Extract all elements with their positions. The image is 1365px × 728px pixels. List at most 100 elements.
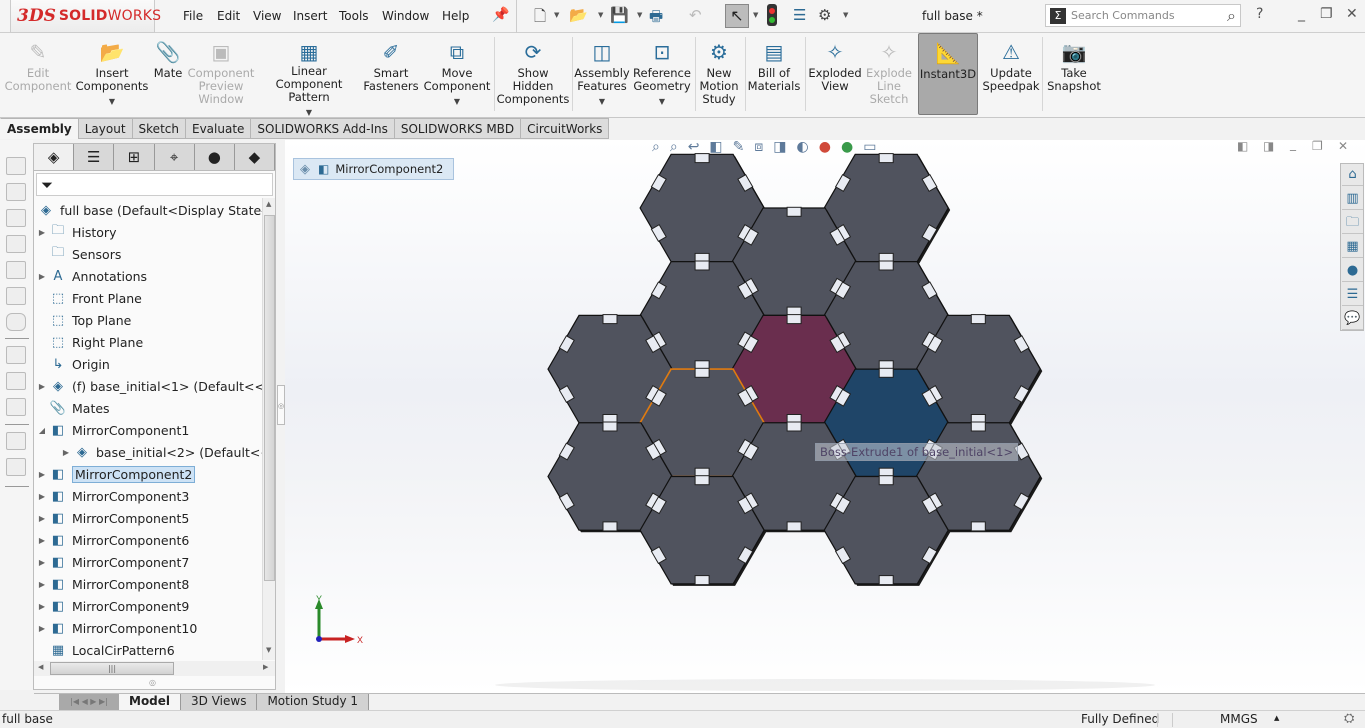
tree-item[interactable]: ▶ ◧ MirrorComponent5 bbox=[36, 508, 189, 528]
minimize-button[interactable]: _ bbox=[1298, 6, 1305, 22]
units-selector[interactable]: MMGS bbox=[1220, 712, 1258, 726]
instant3d-button[interactable]: 📐 Instant3D bbox=[918, 33, 978, 115]
view-selector-icon[interactable] bbox=[6, 398, 26, 416]
new-motion-study-button[interactable]: ⚙ New Motion Study bbox=[698, 33, 740, 115]
section-view-icon[interactable]: ◧ bbox=[709, 140, 722, 161]
tree-item[interactable]: ▶ ◧ MirrorComponent7 bbox=[36, 552, 189, 572]
take-snapshot-button[interactable]: 📷 Take Snapshot bbox=[1046, 33, 1102, 115]
tree-item[interactable]: ▶ A Annotations bbox=[36, 266, 147, 286]
file-explorer-icon[interactable]: 🗀 bbox=[1342, 212, 1363, 234]
expand-toggle-icon[interactable]: ▶ bbox=[36, 470, 48, 479]
cam-icon[interactable]: ◆ bbox=[234, 144, 276, 170]
back-view-icon[interactable] bbox=[6, 183, 26, 201]
chevron-down-icon[interactable]: ▼ bbox=[637, 11, 642, 19]
tree-horizontal-scrollbar[interactable]: ◀ ||| ▶ bbox=[34, 661, 275, 676]
expand-toggle-icon[interactable]: ▶ bbox=[60, 448, 72, 457]
tree-item[interactable]: ▶ ◧ MirrorComponent6 bbox=[36, 530, 189, 550]
tab-assembly[interactable]: Assembly bbox=[0, 118, 79, 139]
property-manager-icon[interactable]: ☰ bbox=[74, 144, 115, 170]
top-view-icon[interactable] bbox=[6, 261, 26, 279]
solidworks-logo[interactable]: 3DS SOLIDWORKS bbox=[10, 0, 161, 33]
zoom-to-area-icon[interactable]: ⌕ bbox=[670, 140, 678, 161]
display-style-icon[interactable]: ◨ bbox=[773, 140, 786, 161]
tree-item[interactable]: ↳ Origin bbox=[36, 354, 110, 374]
apply-scene-icon[interactable]: ● bbox=[841, 140, 853, 161]
assembly-features-button[interactable]: ◫ Assembly Features ▼ bbox=[574, 33, 629, 115]
assembly-model[interactable] bbox=[285, 140, 1365, 693]
tree-item[interactable]: ⬚ Front Plane bbox=[36, 288, 142, 308]
chevron-down-icon[interactable]: ▼ bbox=[109, 95, 115, 108]
chevron-down-icon[interactable]: ▼ bbox=[454, 95, 460, 108]
bottom-view-icon[interactable] bbox=[6, 287, 26, 305]
file-properties-icon[interactable]: ☰ bbox=[793, 6, 806, 24]
bill-of-materials-button[interactable]: ▤ Bill of Materials bbox=[748, 33, 801, 115]
right-view-icon[interactable] bbox=[6, 235, 26, 253]
view-orientation-icon[interactable]: ⧈ bbox=[754, 140, 763, 161]
chevron-down-icon[interactable]: ▼ bbox=[599, 95, 605, 108]
view-palette-icon[interactable]: ▦ bbox=[1342, 236, 1363, 258]
feature-tree-icon[interactable]: ◈ bbox=[34, 144, 75, 170]
panel-resize-grip[interactable]: ◎ bbox=[149, 678, 156, 687]
tab-model[interactable]: Model bbox=[119, 694, 182, 710]
viewport-restore-button[interactable]: ❐ bbox=[1312, 140, 1323, 153]
chevron-down-icon[interactable]: ▼ bbox=[753, 11, 758, 19]
print-icon[interactable]: 🖶 bbox=[649, 6, 663, 31]
expand-toggle-icon[interactable]: ▶ bbox=[36, 272, 48, 281]
chevron-down-icon[interactable]: ▼ bbox=[598, 11, 603, 19]
tree-vertical-scrollbar[interactable]: ▲ ▼ bbox=[262, 198, 275, 660]
isometric-view-icon[interactable] bbox=[6, 313, 26, 331]
chevron-down-icon[interactable]: ▼ bbox=[843, 11, 848, 19]
breadcrumb-item[interactable]: MirrorComponent2 bbox=[335, 162, 443, 176]
tree-item[interactable]: ▶ 🗀 History bbox=[36, 222, 117, 242]
reference-geometry-button[interactable]: ⊡ Reference Geometry ▼ bbox=[632, 33, 692, 115]
edit-appearance-icon[interactable]: ● bbox=[819, 140, 831, 161]
insert-components-button[interactable]: 📂 Insert Components ▼ bbox=[76, 33, 149, 115]
tab-solidworks-mbd[interactable]: SOLIDWORKS MBD bbox=[394, 118, 522, 139]
save-icon[interactable]: 💾 bbox=[610, 6, 629, 24]
tab-solidworks-add-ins[interactable]: SOLIDWORKS Add-Ins bbox=[251, 118, 395, 139]
scrollbar-thumb[interactable] bbox=[264, 215, 275, 581]
tree-item[interactable]: 🗀 Sensors bbox=[36, 244, 121, 264]
expand-toggle-icon[interactable]: ▶ bbox=[36, 580, 48, 589]
zoom-to-fit-icon[interactable]: ⌕ bbox=[652, 140, 660, 161]
linear-component-pattern-button[interactable]: ▦ Linear Component Pattern ▼ bbox=[258, 33, 360, 117]
tree-item[interactable]: ▶ ◧ MirrorComponent9 bbox=[36, 596, 189, 616]
scroll-left-icon[interactable]: ◀ bbox=[38, 663, 43, 671]
undo-icon[interactable]: ↶ bbox=[689, 6, 702, 24]
tree-item[interactable]: ▶ ◈ (f) base_initial<1> (Default<<Defa bbox=[36, 376, 262, 396]
update-speedpak-button[interactable]: ⚠ Update Speedpak bbox=[982, 33, 1040, 115]
panel-splitter[interactable]: ◎ bbox=[277, 385, 285, 425]
menu-view[interactable]: View bbox=[253, 9, 281, 23]
expand-toggle-icon[interactable]: ▶ bbox=[36, 514, 48, 523]
tree-item[interactable]: 📎 Mates bbox=[36, 398, 110, 418]
options-gear-icon[interactable]: ⚙ bbox=[818, 6, 831, 24]
tree-item[interactable]: ⬚ Top Plane bbox=[36, 310, 132, 330]
tab-circuitworks[interactable]: CircuitWorks bbox=[521, 118, 610, 139]
select-pointer-icon[interactable]: ↖ bbox=[725, 4, 749, 28]
scrollbar-thumb[interactable]: ||| bbox=[50, 662, 174, 675]
menu-help[interactable]: Help bbox=[442, 9, 469, 23]
help-button[interactable]: ? bbox=[1256, 6, 1263, 22]
hide-show-items-icon[interactable]: ◐ bbox=[797, 140, 809, 161]
edit-component-button[interactable]: ✎ Edit Component bbox=[4, 33, 72, 115]
search-icon[interactable]: ⌕ bbox=[1227, 6, 1236, 26]
scroll-right-icon[interactable]: ▶ bbox=[263, 663, 268, 671]
solidworks-resources-home-icon[interactable]: ⌂ bbox=[1342, 164, 1363, 186]
expand-toggle-icon[interactable]: ▶ bbox=[36, 536, 48, 545]
tree-item[interactable]: ▶ ◧ MirrorComponent10 bbox=[36, 618, 197, 638]
menu-insert[interactable]: Insert bbox=[293, 9, 327, 23]
filter-tree-input[interactable]: ⏷ bbox=[36, 173, 273, 196]
open-folder-icon[interactable]: 📂 bbox=[569, 6, 588, 24]
tab-motion-study-1[interactable]: Motion Study 1 bbox=[257, 694, 370, 710]
link-views-icon[interactable] bbox=[6, 372, 26, 390]
mate-button[interactable]: 📎 Mate bbox=[150, 33, 186, 115]
dynamic-annotation-icon[interactable]: ✎ bbox=[733, 140, 745, 161]
assembly-icon[interactable]: ◈ bbox=[300, 162, 310, 177]
search-commands-input[interactable]: Σ Search Commands ⌕ bbox=[1045, 4, 1241, 27]
normal-to-icon[interactable] bbox=[6, 346, 26, 364]
move-component-button[interactable]: ⧉ Move Component ▼ bbox=[424, 33, 491, 115]
show-hidden-components-button[interactable]: ⟳ Show Hidden Components bbox=[497, 33, 570, 115]
tree-item[interactable]: ▦ LocalCirPattern6 bbox=[36, 640, 175, 660]
expand-toggle-icon[interactable]: ▶ bbox=[36, 228, 48, 237]
graphics-area[interactable]: ⌕ ⌕ ↩ ◧ ✎ ⧈ ◨ ◐ ● ● ▭ ◧ ◨ _ ❐ ✕ ◈ ◧ MirrorComponen… bbox=[285, 140, 1365, 693]
